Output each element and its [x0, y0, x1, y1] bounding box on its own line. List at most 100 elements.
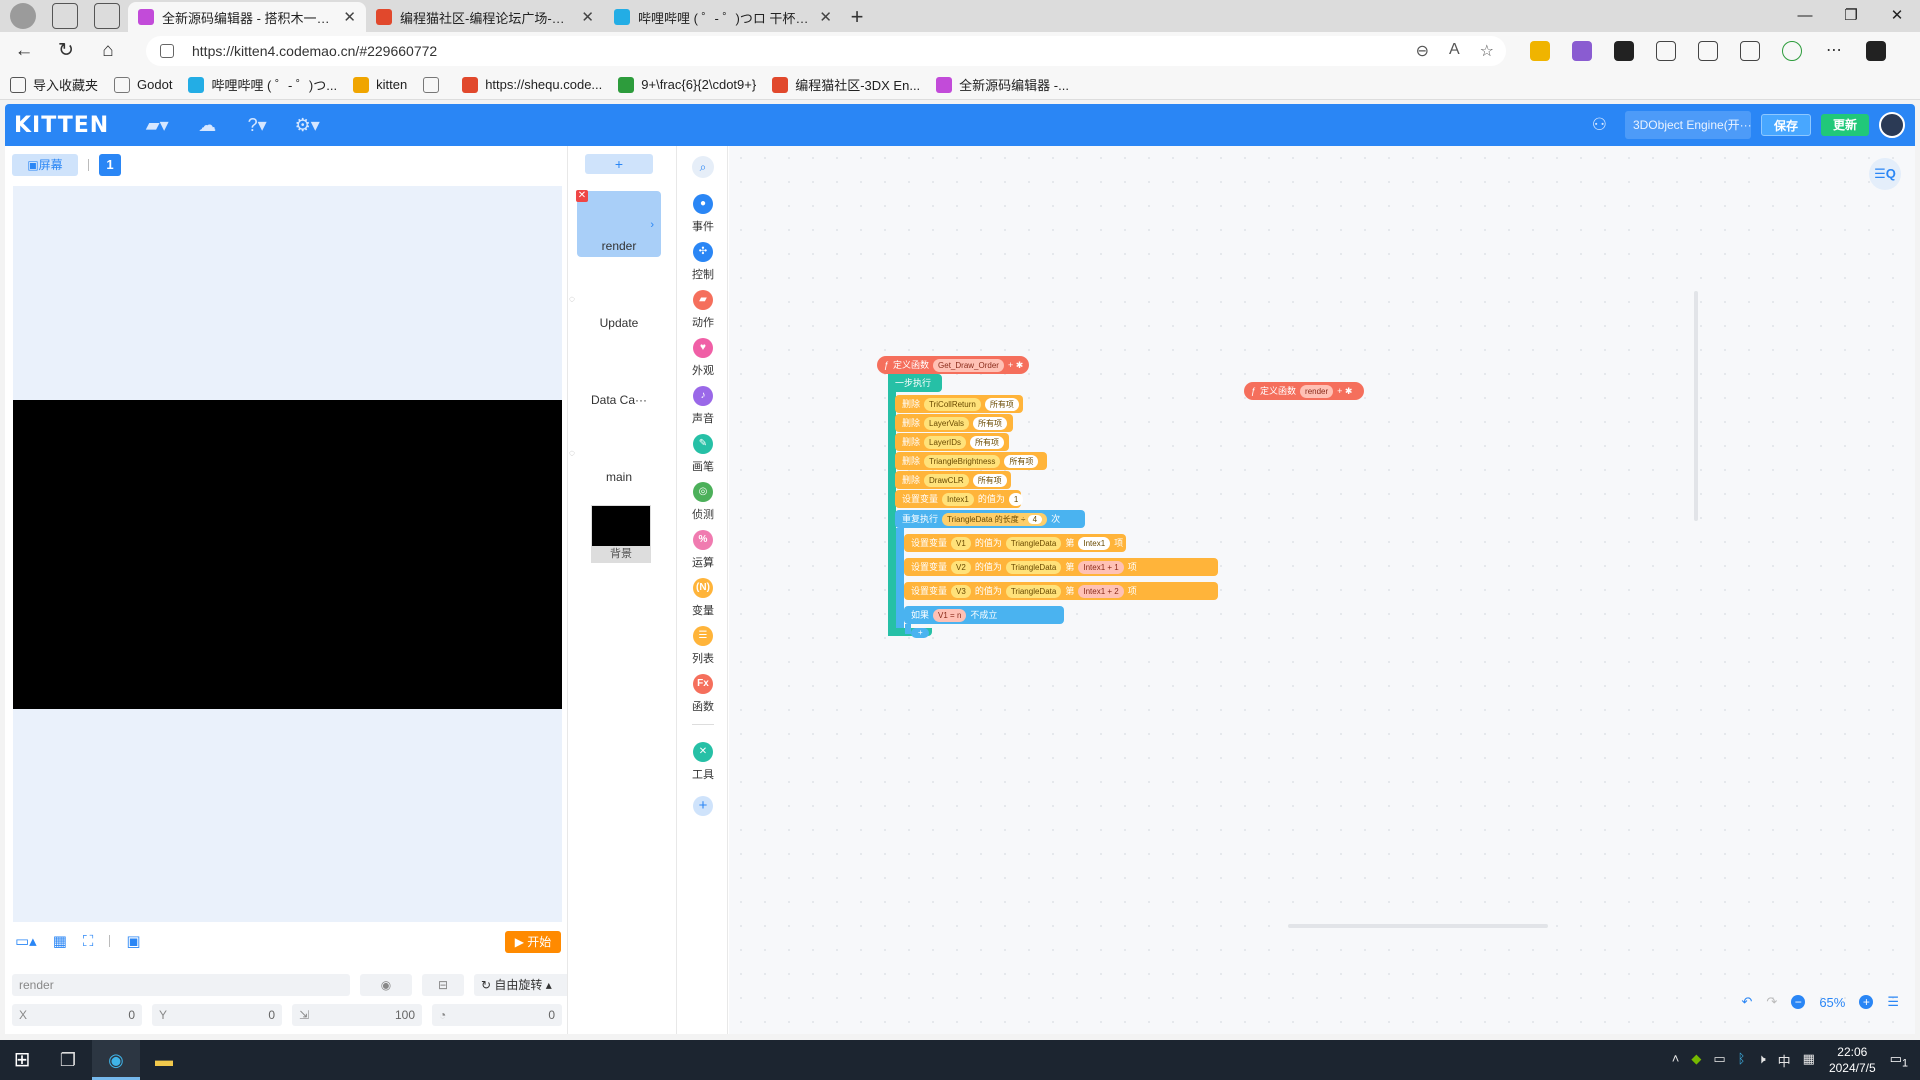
browser-tab-kitten[interactable]: 全新源码编辑器 - 搭积木一样有趣 ✕ [128, 2, 366, 32]
size-field[interactable]: ⇲ 100 [292, 1004, 422, 1026]
rotation-mode-select[interactable]: ↻ 自由旋转 ▴ [474, 974, 570, 996]
horizontal-scrollbar[interactable] [1288, 924, 1548, 928]
category-event[interactable]: ● 事件 [678, 194, 728, 234]
browser-tab-bilibili[interactable]: 哔哩哔哩 ( ゜- ゜)つロ 干杯~-bilibili ✕ [604, 2, 842, 32]
define-function-block[interactable]: ƒ 定义函数 Get_Draw_Order + ✱ [877, 356, 1029, 374]
network-icon[interactable]: ▭ [1713, 1051, 1725, 1070]
define-render-function-block[interactable]: ƒ 定义函数 render + ✱ [1244, 382, 1364, 400]
sprite-item-render[interactable]: ✕ › render [576, 190, 661, 257]
ime-indicator[interactable]: 中 [1778, 1051, 1791, 1070]
save-button[interactable]: 保存 [1760, 114, 1811, 136]
close-icon[interactable]: ✕ [343, 8, 356, 26]
add-param-icon[interactable]: + ✱ [1008, 356, 1023, 374]
screen-button[interactable]: ▣屏幕 [12, 154, 78, 176]
browser-tab-shequ[interactable]: 编程猫社区-编程论坛广场-编程猫 ✕ [366, 2, 604, 32]
category-list[interactable]: ☰ 列表 [678, 626, 728, 666]
category-sound[interactable]: ♪ 声音 [678, 386, 728, 426]
zoom-in-button[interactable]: + [1859, 995, 1874, 1009]
find-icon[interactable]: ☰Q [1869, 158, 1901, 190]
code-workspace[interactable]: ☰Q ƒ 定义函数 Get_Draw_Order + ✱ 一步执行 删除 TriC… [729, 146, 1915, 1034]
hidden-eye-icon[interactable]: ◌ [569, 448, 575, 459]
lock-toggle[interactable]: ⊟ [422, 974, 464, 996]
screenshot-icon[interactable]: ▣ [126, 932, 140, 950]
category-operator[interactable]: % 运算 [678, 530, 728, 570]
restore-icon[interactable]: ❐ [1828, 0, 1874, 32]
delete-list-block[interactable]: 删除 TriCollReturn 所有项 [895, 395, 1023, 413]
bookmark-shequ[interactable]: https://shequ.code... [462, 76, 602, 93]
zoom-out-icon[interactable]: ⊖ [1416, 41, 1429, 61]
notification-icon[interactable]: ▭1 [1890, 1051, 1908, 1070]
bookmark-editor[interactable]: 全新源码编辑器 -... [936, 75, 1069, 94]
fullscreen-icon[interactable]: ⛶ [83, 933, 94, 950]
bluetooth-icon[interactable]: ᛒ [1738, 1051, 1746, 1070]
clock[interactable]: 22:06 2024/7/5 [1829, 1044, 1876, 1076]
close-icon[interactable]: ✕ [581, 8, 594, 26]
outline-icon[interactable]: ☰ [1887, 994, 1899, 1010]
nvidia-icon[interactable]: ◆ [1691, 1051, 1701, 1070]
add-expr[interactable]: Intex1 + 1 [1078, 560, 1124, 574]
close-icon[interactable]: ✕ [819, 8, 832, 26]
start-button[interactable]: ▶ 开始 [505, 931, 561, 953]
vertical-scrollbar[interactable] [1694, 291, 1698, 521]
favorite-star-icon[interactable]: ☆ [1480, 41, 1494, 61]
visibility-toggle[interactable]: ◉ [360, 974, 412, 996]
repeat-block[interactable]: 重复执行 TriangleData 的长度 ÷ 4 次 [895, 510, 1085, 528]
undo-icon[interactable]: ↶ [1742, 994, 1753, 1010]
delete-list-block[interactable]: 删除 LayerVals 所有项 [895, 414, 1013, 432]
read-aloud-icon[interactable]: A [1449, 41, 1460, 61]
if-add-branch[interactable]: + [911, 628, 929, 638]
lock-icon[interactable] [160, 44, 174, 58]
profile-avatar[interactable] [10, 3, 36, 29]
set-v3-block[interactable]: 设置变量 V3 的值为 TriangleData 第 Intex1 + 2项 [904, 582, 1218, 600]
step-exec-block[interactable]: 一步执行 [888, 374, 942, 392]
settings-gear-icon[interactable]: ⚙▾ [291, 115, 323, 136]
category-variable[interactable]: (N) 变量 [678, 578, 728, 618]
home-icon[interactable]: ⌂ [90, 36, 126, 66]
help-icon[interactable]: ?▾ [241, 115, 273, 136]
file-explorer-icon[interactable]: ▬ [140, 1040, 188, 1080]
zoom-out-button[interactable]: − [1791, 995, 1806, 1009]
back-icon[interactable]: ← [6, 36, 42, 66]
new-tab-button[interactable]: + [842, 4, 872, 32]
extension-badge-icon[interactable] [1530, 41, 1550, 61]
screen-number-tab[interactable]: 1 [99, 154, 121, 176]
set-variable-block[interactable]: 设置变量 Intex1 的值为 1 [895, 490, 1024, 508]
sprite-item-main[interactable]: ◌ main [569, 422, 661, 488]
bookmark-kitten[interactable]: kitten [353, 76, 407, 93]
volume-icon[interactable]: 🕨 [1757, 1051, 1765, 1070]
category-looks[interactable]: ♥ 外观 [678, 338, 728, 378]
bookmark-bilibili[interactable]: 哔哩哔哩 ( ゜- ゜)つ... [188, 75, 337, 94]
windows-start-icon[interactable]: ⊞ [0, 1040, 44, 1080]
chevron-up-icon[interactable]: ˄ [1672, 1051, 1680, 1070]
category-control[interactable]: ✣ 控制 [678, 242, 728, 282]
set-v2-block[interactable]: 设置变量 V2 的值为 TriangleData 第 Intex1 + 1项 [904, 558, 1218, 576]
extension-purple-icon[interactable] [1572, 41, 1592, 61]
update-button[interactable]: 更新 [1820, 114, 1869, 136]
x-field[interactable]: X0 [12, 1004, 142, 1026]
extension-dark-icon[interactable] [1614, 41, 1634, 61]
close-window-icon[interactable]: ✕ [1874, 0, 1920, 32]
bookmark-godot[interactable]: Godot [114, 76, 172, 93]
bookmark-import[interactable]: 导入收藏夹 [10, 75, 98, 94]
task-view-icon[interactable]: ❐ [44, 1040, 92, 1080]
if-block[interactable]: 如果 V1 = n 不成立 [904, 606, 1064, 624]
delete-icon[interactable]: ✕ [576, 190, 588, 202]
add-sprite-button[interactable]: + [585, 154, 653, 174]
grid-icon[interactable]: ▦ [53, 932, 67, 950]
stage-render-area[interactable] [13, 400, 562, 709]
category-pen[interactable]: ✎ 画笔 [678, 434, 728, 474]
set-v1-block[interactable]: 设置变量 V1 的值为 TriangleData 第 Intex1 项 [904, 534, 1126, 552]
function-name-chip[interactable]: Get_Draw_Order [933, 358, 1004, 372]
bookmark-formula[interactable]: 9+\frac{6}{2\cdot9+} [618, 76, 756, 93]
category-motion[interactable]: ▰ 动作 [678, 290, 728, 330]
sprite-item-data-ca[interactable]: Data Ca··· [577, 345, 661, 411]
y-field[interactable]: Y0 [152, 1004, 282, 1026]
split-screen-icon[interactable] [1698, 41, 1718, 61]
more-menu-icon[interactable]: ⋯ [1824, 41, 1844, 61]
delete-list-block[interactable]: 删除 LayerIDs 所有项 [895, 433, 1009, 451]
function-name-chip[interactable]: render [1300, 384, 1334, 398]
workspaces-icon[interactable] [52, 3, 78, 29]
camera-icon[interactable]: ▭▴ [15, 932, 37, 950]
user-avatar[interactable] [1879, 112, 1905, 138]
tab-actions-icon[interactable] [94, 3, 120, 29]
